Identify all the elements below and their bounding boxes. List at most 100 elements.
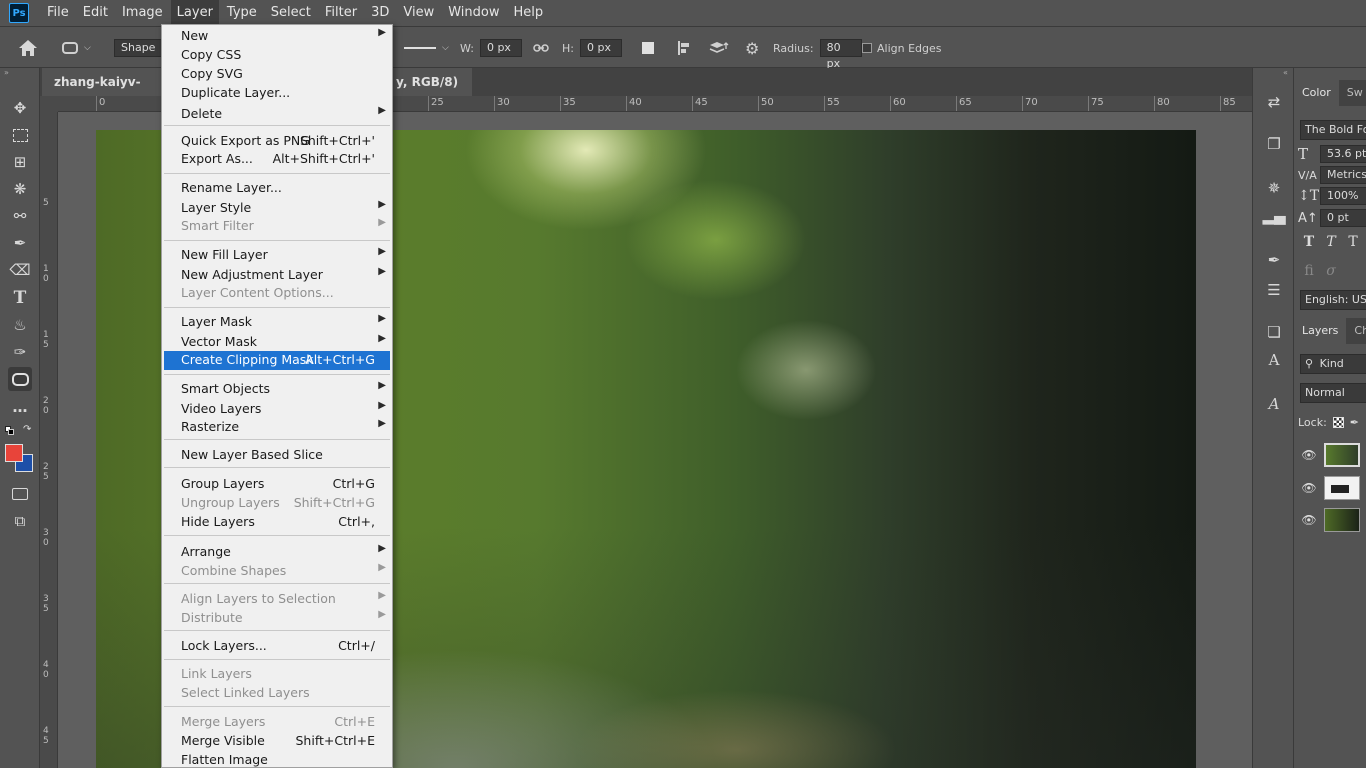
shape-settings-button[interactable]: ⚙ (745, 27, 759, 69)
menu-select[interactable]: Select (265, 0, 317, 26)
adjustments-panel-button[interactable]: ✵ (1262, 176, 1286, 200)
clone-source-button[interactable]: ❏ (1262, 320, 1286, 344)
tab-swatches[interactable]: Sw (1339, 80, 1366, 106)
tool-preset-picker[interactable]: ⌵ (62, 27, 91, 69)
visibility-eye-icon[interactable]: 👁 (1294, 481, 1324, 495)
menu-item-layer-style[interactable]: Layer Style ▶ (164, 199, 390, 218)
menu-image[interactable]: Image (116, 0, 169, 26)
default-colors-icon[interactable] (5, 426, 15, 436)
eraser-tool[interactable]: ⌫ (8, 258, 32, 282)
tab-layers[interactable]: Layers (1294, 318, 1347, 344)
menu-item-delete[interactable]: Delete ▶ (164, 105, 390, 124)
more-tools-button[interactable]: … (8, 395, 32, 419)
visibility-eye-icon[interactable]: 👁 (1294, 448, 1324, 462)
swap-colors-icon[interactable]: ↷ (23, 424, 31, 435)
menu-item-create-clipping-mask[interactable]: Create Clipping Mask Alt+Ctrl+G (164, 351, 390, 370)
vertical-ruler[interactable]: 5 1 0 1 5 2 0 2 5 3 0 3 5 4 0 4 5 (40, 112, 58, 768)
screen-mode-button[interactable]: ⧉ (8, 509, 32, 533)
histogram-panel-button[interactable]: ▂▄ (1262, 204, 1286, 228)
font-size-input[interactable]: 53.6 pt (1320, 145, 1366, 163)
menu-item-video-layers[interactable]: Video Layers ▶ (164, 400, 390, 419)
character-styles-button[interactable]: A (1262, 348, 1286, 372)
layer-filter-select[interactable]: ⚲ Kind (1300, 354, 1366, 374)
lock-paint-icon[interactable]: ✒ (1350, 416, 1359, 429)
radius-input[interactable]: 80 px (819, 39, 862, 70)
menu-item-flatten-image[interactable]: Flatten Image (164, 751, 390, 767)
menu-item-layer-mask[interactable]: Layer Mask ▶ (164, 313, 390, 332)
menu-item-merge-visible[interactable]: Merge Visible Shift+Ctrl+E (164, 732, 390, 751)
ligatures-icon[interactable]: fi (1298, 263, 1320, 279)
width-input[interactable]: 0 px (479, 39, 522, 57)
path-alignment-button[interactable] (676, 27, 692, 69)
menu-layer[interactable]: Layer (170, 0, 219, 26)
tab-color[interactable]: Color (1294, 80, 1339, 106)
menu-item-lock-layers[interactable]: Lock Layers... Ctrl+/ (164, 637, 390, 656)
crop-tool[interactable]: ⊞ (8, 150, 32, 174)
visibility-eye-icon[interactable]: 👁 (1294, 513, 1324, 527)
menu-item-copy-css[interactable]: Copy CSS (164, 46, 390, 65)
paint-bucket-tool[interactable]: ♨ (8, 313, 32, 337)
quick-mask-button[interactable] (8, 482, 32, 506)
quick-selection-tool[interactable]: ⚯ (8, 204, 32, 228)
move-tool[interactable]: ✥ (8, 96, 32, 120)
menu-item-vector-mask[interactable]: Vector Mask ▶ (164, 333, 390, 352)
document-tab-title[interactable]: zhang-kaiyv-FmylB (42, 68, 162, 117)
menu-item-new-layer-based-slice[interactable]: New Layer Based Slice (164, 446, 390, 465)
faux-bold-icon[interactable]: T (1298, 234, 1320, 250)
layer-row-background[interactable]: 👁 (1294, 504, 1366, 536)
font-family-select[interactable]: The Bold Font (1300, 120, 1366, 140)
dock-collapse-icon[interactable]: « (1283, 68, 1288, 77)
path-arrangement-button[interactable] (709, 27, 729, 69)
kerning-select[interactable]: Metrics (1320, 166, 1366, 184)
faux-italic-icon[interactable]: T (1320, 234, 1342, 250)
panel-collapse-icon[interactable]: » (4, 68, 9, 77)
tab-channels[interactable]: Ch (1346, 318, 1366, 344)
3d-panel-button[interactable]: ❐ (1262, 132, 1286, 156)
glyphs-panel-button[interactable]: A (1262, 392, 1286, 416)
shape-mode-select[interactable]: Shape (114, 39, 163, 57)
menu-item-new[interactable]: New ▶ (164, 27, 390, 46)
menu-help[interactable]: Help (508, 0, 550, 26)
language-select[interactable]: English: USA (1300, 290, 1366, 310)
menu-item-smart-objects[interactable]: Smart Objects ▶ (164, 380, 390, 399)
document-tab-title-right[interactable]: y, RGB/8) × (392, 68, 472, 117)
baseline-shift-input[interactable]: 0 pt (1320, 209, 1366, 227)
stroke-type-select[interactable]: ⌵ (404, 27, 449, 69)
menu-item-new-adjustment-layer[interactable]: New Adjustment Layer ▶ (164, 266, 390, 285)
type-tool[interactable]: T (8, 286, 32, 310)
layer-row-selected[interactable]: 👁 (1294, 439, 1366, 471)
vertical-scale-input[interactable]: 100% (1320, 187, 1366, 205)
brush-settings-button[interactable]: ✒ (1262, 248, 1286, 272)
history-panel-button[interactable]: ⇄ (1262, 90, 1286, 114)
marquee-tool[interactable] (8, 123, 32, 147)
menu-3d[interactable]: 3D (365, 0, 395, 26)
brush-tool[interactable]: ✒ (8, 231, 32, 255)
menu-item-copy-svg[interactable]: Copy SVG (164, 65, 390, 84)
menu-item-duplicate-layer[interactable]: Duplicate Layer... (164, 84, 390, 103)
menu-view[interactable]: View (397, 0, 440, 26)
menu-filter[interactable]: Filter (319, 0, 363, 26)
menu-item-hide-layers[interactable]: Hide Layers Ctrl+, (164, 513, 390, 532)
properties-panel-button[interactable]: ☰ (1262, 278, 1286, 302)
menu-window[interactable]: Window (442, 0, 505, 26)
link-dimensions-button[interactable] (533, 27, 549, 69)
menu-edit[interactable]: Edit (77, 0, 114, 26)
swash-icon[interactable]: σ (1320, 263, 1342, 279)
align-edges-checkbox[interactable]: Align Edges (862, 27, 942, 69)
path-operations-button[interactable] (642, 27, 654, 69)
lock-transparent-icon[interactable] (1332, 416, 1344, 428)
all-caps-icon[interactable]: T (1342, 234, 1364, 250)
lasso-tool[interactable]: ❋ (8, 177, 32, 201)
menu-item-new-fill-layer[interactable]: New Fill Layer ▶ (164, 246, 390, 265)
menu-type[interactable]: Type (221, 0, 263, 26)
menu-item-group-layers[interactable]: Group Layers Ctrl+G (164, 475, 390, 494)
rounded-rectangle-tool[interactable] (8, 367, 32, 391)
menu-item-rename-layer[interactable]: Rename Layer... (164, 179, 390, 198)
menu-item-arrange[interactable]: Arrange ▶ (164, 543, 390, 562)
menu-file[interactable]: File (41, 0, 75, 26)
menu-item-rasterize[interactable]: Rasterize ▶ (164, 418, 390, 437)
layer-row-shape[interactable]: 👁 (1294, 472, 1366, 504)
menu-item-export-as[interactable]: Export As... Alt+Shift+Ctrl+' (164, 150, 390, 169)
home-button[interactable] (18, 27, 38, 69)
foreground-color-swatch[interactable] (5, 444, 23, 462)
